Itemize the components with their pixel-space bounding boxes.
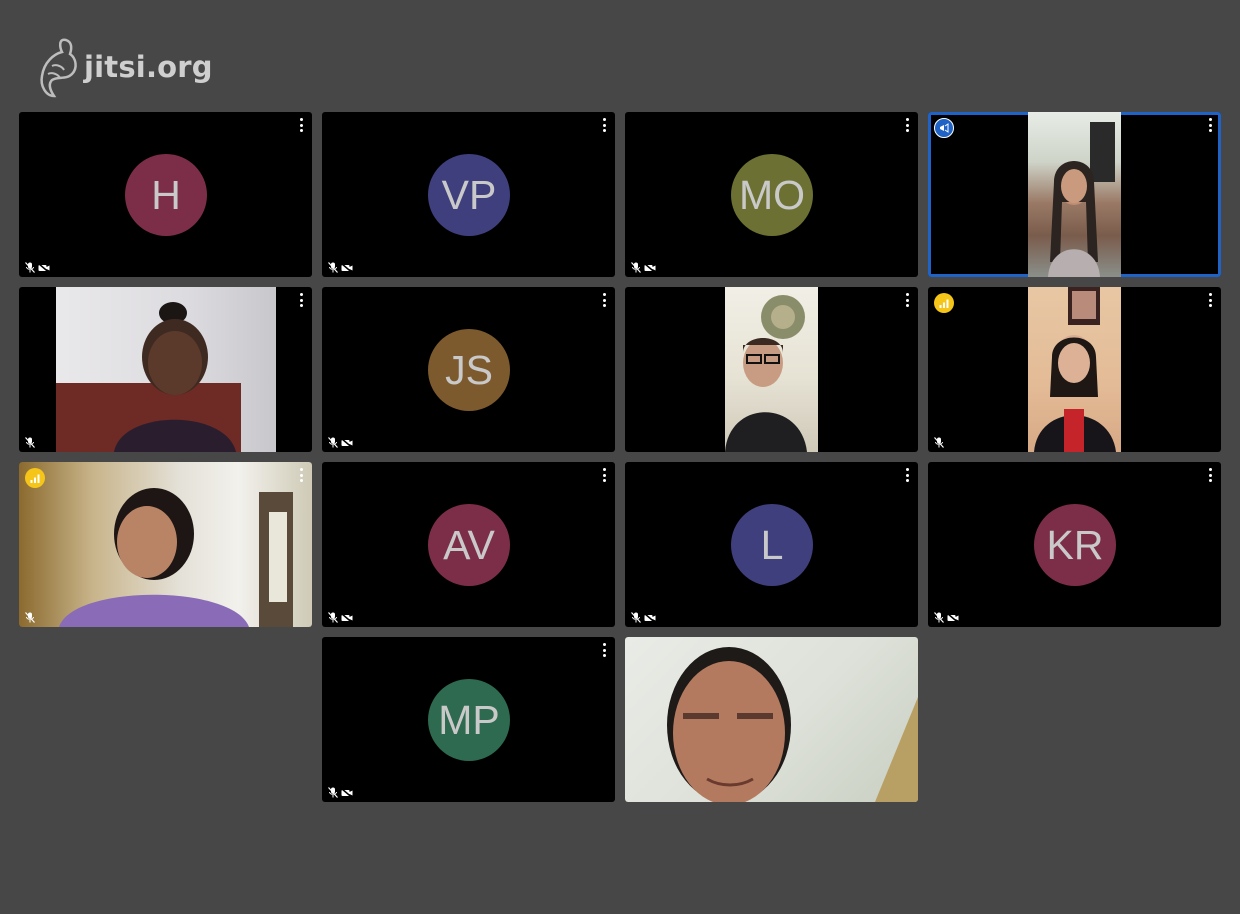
- avatar: MP: [428, 679, 510, 761]
- avatar: AV: [428, 504, 510, 586]
- mic-muted-icon: [25, 262, 35, 273]
- tile-menu-icon[interactable]: [600, 643, 608, 657]
- jitsi-logo-icon: [40, 38, 77, 98]
- status-icons: [631, 612, 656, 623]
- avatar: L: [731, 504, 813, 586]
- tile-menu-icon[interactable]: [1206, 468, 1214, 482]
- camera-off-icon: [341, 787, 353, 798]
- participant-tile[interactable]: MO: [625, 112, 918, 277]
- participant-tile[interactable]: [19, 462, 312, 627]
- participant-video: [1028, 112, 1121, 277]
- mic-muted-icon: [631, 262, 641, 273]
- connection-quality-icon: [934, 293, 954, 313]
- mic-muted-icon: [328, 262, 338, 273]
- avatar: JS: [428, 329, 510, 411]
- participant-tile[interactable]: AV: [322, 462, 615, 627]
- tile-menu-icon[interactable]: [903, 468, 911, 482]
- local-participant-tile[interactable]: [625, 637, 918, 802]
- status-icons: [25, 612, 35, 623]
- avatar: KR: [1034, 504, 1116, 586]
- participant-video: [56, 287, 276, 452]
- tile-menu-icon[interactable]: [1206, 293, 1214, 307]
- tile-menu-icon[interactable]: [903, 293, 911, 307]
- tile-menu-icon[interactable]: [903, 118, 911, 132]
- mic-muted-icon: [631, 612, 641, 623]
- local-video: [625, 637, 918, 802]
- avatar: H: [125, 154, 207, 236]
- person-silhouette: [1048, 122, 1115, 277]
- participant-tile[interactable]: JS: [322, 287, 615, 452]
- status-icons: [328, 437, 353, 448]
- tile-menu-icon[interactable]: [600, 468, 608, 482]
- participant-video: [19, 462, 312, 627]
- status-icons: [25, 437, 35, 448]
- status-icons: [934, 437, 944, 448]
- connection-quality-icon: [25, 468, 45, 488]
- person-silhouette: [725, 295, 807, 452]
- status-icons: [631, 262, 656, 273]
- jitsi-logo[interactable]: jitsi.org: [36, 36, 213, 98]
- camera-off-icon: [644, 262, 656, 273]
- logo-text: jitsi.org: [84, 50, 213, 84]
- mic-muted-icon: [328, 787, 338, 798]
- camera-off-icon: [644, 612, 656, 623]
- participant-video: [725, 287, 818, 452]
- person-silhouette: [56, 302, 241, 452]
- mic-muted-icon: [934, 437, 944, 448]
- tile-menu-icon[interactable]: [600, 293, 608, 307]
- mic-muted-icon: [25, 437, 35, 448]
- tile-menu-icon[interactable]: [1206, 118, 1214, 132]
- camera-off-icon: [341, 612, 353, 623]
- avatar: VP: [428, 154, 510, 236]
- tile-menu-icon[interactable]: [297, 118, 305, 132]
- camera-off-icon: [947, 612, 959, 623]
- camera-off-icon: [341, 437, 353, 448]
- status-icons: [328, 787, 353, 798]
- status-icons: [328, 262, 353, 273]
- participant-video: [1028, 287, 1121, 452]
- participant-tile[interactable]: MP: [322, 637, 615, 802]
- person-silhouette: [1034, 287, 1116, 452]
- camera-off-icon: [38, 262, 50, 273]
- tile-menu-icon[interactable]: [297, 293, 305, 307]
- mic-muted-icon: [25, 612, 35, 623]
- status-icons: [25, 262, 50, 273]
- person-silhouette: [59, 488, 293, 627]
- participant-tile[interactable]: VP: [322, 112, 615, 277]
- participant-tile[interactable]: [19, 287, 312, 452]
- dominant-speaker-icon: [934, 118, 954, 138]
- mic-muted-icon: [328, 437, 338, 448]
- status-icons: [934, 612, 959, 623]
- participant-tile[interactable]: [625, 287, 918, 452]
- tile-menu-icon[interactable]: [600, 118, 608, 132]
- status-icons: [328, 612, 353, 623]
- tile-menu-icon[interactable]: [297, 468, 305, 482]
- person-silhouette: [667, 647, 918, 802]
- participant-tile-active-speaker[interactable]: [928, 112, 1221, 277]
- mic-muted-icon: [934, 612, 944, 623]
- participant-tile[interactable]: KR: [928, 462, 1221, 627]
- camera-off-icon: [341, 262, 353, 273]
- participant-tile[interactable]: H: [19, 112, 312, 277]
- avatar: MO: [731, 154, 813, 236]
- participant-tile[interactable]: L: [625, 462, 918, 627]
- participant-tile[interactable]: [928, 287, 1221, 452]
- mic-muted-icon: [328, 612, 338, 623]
